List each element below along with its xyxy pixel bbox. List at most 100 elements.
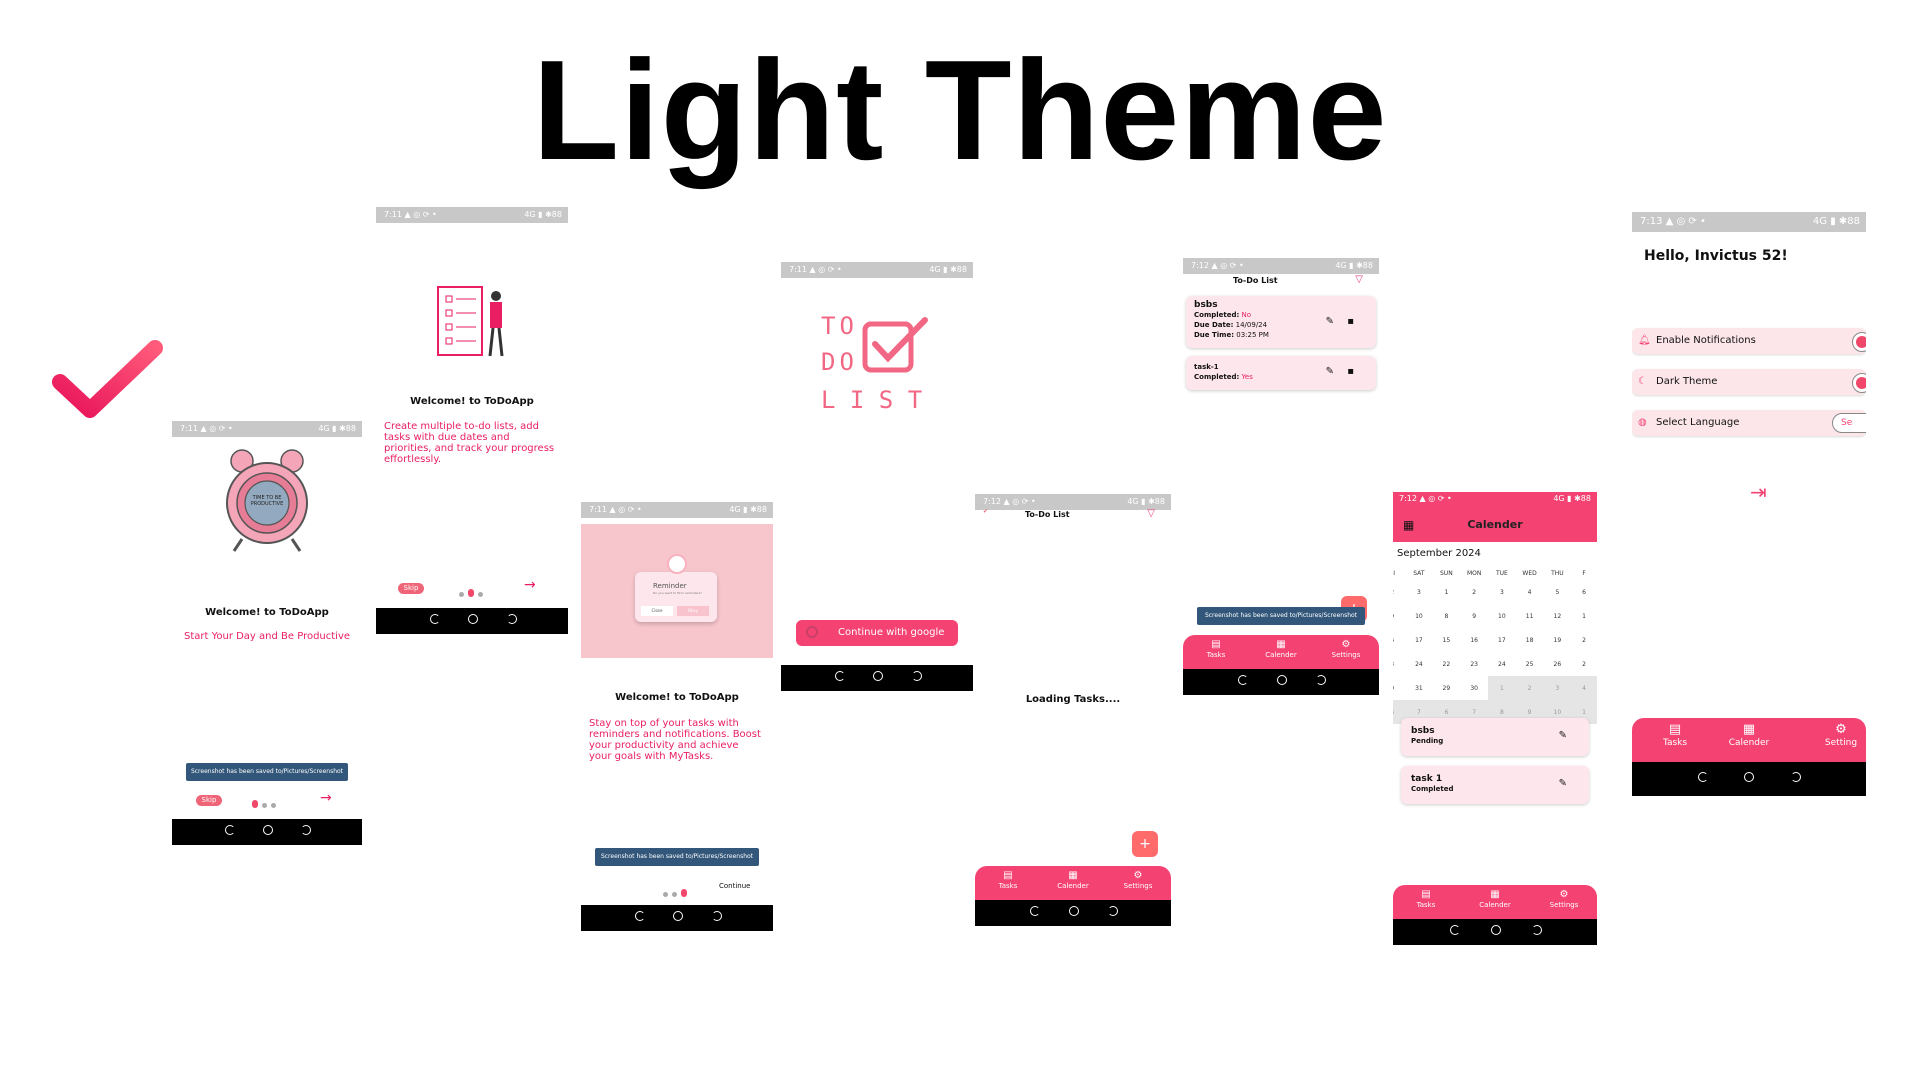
dark-theme-toggle[interactable] [1852, 373, 1866, 393]
day-cell[interactable]: 10 [1488, 604, 1515, 628]
day-cell[interactable]: 1 [1433, 580, 1461, 604]
recents-icon[interactable] [225, 825, 236, 835]
setting-dark-theme[interactable]: ☾ Dark Theme [1632, 369, 1866, 395]
task-card[interactable]: task 1 Completed ✎ [1401, 766, 1589, 804]
home-icon[interactable] [873, 671, 884, 681]
back-icon[interactable] [1791, 772, 1802, 782]
day-cell[interactable]: 25 [1516, 652, 1544, 676]
logout-icon[interactable]: ⇥ [1750, 480, 1767, 504]
home-icon[interactable] [1069, 906, 1080, 916]
home-icon[interactable] [1277, 675, 1288, 685]
tab-tasks[interactable]: ▤ Tasks [1401, 889, 1451, 909]
setting-language[interactable]: ◍ Select Language Se [1632, 410, 1866, 436]
tab-calender[interactable]: ▦ Calender [1724, 722, 1774, 748]
day-cell[interactable]: 26 [1544, 652, 1572, 676]
recents-icon[interactable] [1029, 906, 1040, 916]
day-cell[interactable]: 16 [1460, 628, 1488, 652]
day-cell[interactable]: 17 [1488, 628, 1515, 652]
tab-tasks[interactable]: ▤ Tasks [1191, 639, 1241, 659]
recents-icon[interactable] [1237, 675, 1248, 685]
day-cell[interactable]: 3 [1393, 652, 1405, 676]
task-card[interactable]: bsbs Pending ✎ [1401, 718, 1589, 756]
day-cell[interactable]: 15 [1433, 628, 1461, 652]
day-cell[interactable]: 9 [1393, 604, 1405, 628]
tab-settings[interactable]: ⚙ Settings [1539, 889, 1589, 909]
day-cell[interactable]: 6 [1393, 628, 1405, 652]
add-task-button[interactable]: + [1132, 831, 1158, 857]
day-cell[interactable]: 24 [1488, 652, 1515, 676]
tab-settings[interactable]: ⚙ Setting [1816, 722, 1866, 748]
day-cell[interactable]: 24 [1405, 652, 1432, 676]
day-cell[interactable]: 1 [1571, 604, 1597, 628]
back-icon[interactable] [301, 825, 312, 835]
tab-settings[interactable]: ⚙ Settings [1113, 870, 1163, 890]
notifications-toggle[interactable] [1852, 332, 1866, 352]
day-cell[interactable]: 30 [1460, 676, 1488, 700]
back-icon[interactable] [911, 671, 922, 681]
tab-settings[interactable]: ⚙ Settings [1321, 639, 1371, 659]
home-icon[interactable] [468, 614, 479, 624]
tab-tasks[interactable]: ▤ Tasks [1650, 722, 1700, 748]
day-cell[interactable]: 3 [1488, 580, 1515, 604]
day-cell[interactable]: 22 [1433, 652, 1461, 676]
task-card[interactable]: task-1 Completed: Yes ✎ ▪ [1186, 356, 1376, 390]
home-icon[interactable] [673, 911, 684, 921]
day-cell[interactable]: 29 [1433, 676, 1461, 700]
reminder-close-button[interactable]: Close [641, 606, 673, 616]
filter-icon[interactable]: ▽ [1355, 274, 1363, 285]
day-cell[interactable]: 1 [1488, 676, 1516, 700]
day-cell[interactable]: 2 [1571, 628, 1597, 652]
home-icon[interactable] [1744, 772, 1755, 782]
trash-icon[interactable]: ▪ [1347, 316, 1354, 327]
recents-icon[interactable] [429, 614, 440, 624]
day-cell[interactable]: 31 [1405, 676, 1432, 700]
reminder-okay-button[interactable]: Okay [677, 606, 709, 616]
day-cell[interactable]: 0 [1393, 676, 1405, 700]
language-select[interactable]: Se [1832, 413, 1866, 433]
trash-icon[interactable]: ▪ [1347, 366, 1354, 377]
edit-icon[interactable]: ✎ [1559, 778, 1567, 789]
day-cell[interactable]: 12 [1544, 604, 1572, 628]
tab-tasks[interactable]: ▤ Tasks [983, 870, 1033, 890]
setting-notifications[interactable]: 🔔︎ Enable Notifications [1632, 328, 1866, 354]
skip-button[interactable]: Skip [196, 795, 222, 806]
tab-calender[interactable]: ▦ Calender [1470, 889, 1520, 909]
back-icon[interactable] [1316, 675, 1327, 685]
edit-icon[interactable]: ✎ [1559, 730, 1567, 741]
next-arrow-icon[interactable]: → [320, 790, 332, 806]
day-cell[interactable]: 17 [1405, 628, 1432, 652]
day-cell[interactable]: 11 [1516, 604, 1544, 628]
day-cell[interactable]: 10 [1405, 604, 1432, 628]
day-cell[interactable]: 2 [1393, 580, 1405, 604]
google-signin-button[interactable]: Continue with google [796, 620, 958, 646]
back-icon[interactable] [506, 614, 517, 624]
day-cell[interactable]: 18 [1516, 628, 1544, 652]
day-cell[interactable]: 2 [1571, 652, 1597, 676]
skip-button[interactable]: Skip [398, 583, 424, 594]
home-icon[interactable] [1490, 925, 1501, 935]
home-icon[interactable] [263, 825, 274, 835]
tab-calender[interactable]: ▦ Calender [1256, 639, 1306, 659]
recents-icon[interactable] [634, 911, 645, 921]
day-cell[interactable]: 19 [1544, 628, 1572, 652]
day-cell[interactable]: 8 [1433, 604, 1461, 628]
recents-icon[interactable] [1450, 925, 1461, 935]
edit-icon[interactable]: ✎ [1326, 316, 1334, 327]
back-icon[interactable] [1531, 925, 1542, 935]
filter-icon[interactable]: ▽ [1147, 508, 1155, 519]
day-cell[interactable]: 4 [1516, 580, 1544, 604]
day-cell[interactable]: 9 [1460, 604, 1488, 628]
day-cell[interactable]: 6 [1571, 580, 1597, 604]
day-cell[interactable]: 23 [1460, 652, 1488, 676]
day-cell[interactable]: 2 [1515, 676, 1544, 700]
next-arrow-icon[interactable]: → [524, 577, 536, 593]
tab-calender[interactable]: ▦ Calender [1048, 870, 1098, 890]
recents-icon[interactable] [834, 671, 845, 681]
edit-icon[interactable]: ✎ [1326, 366, 1334, 377]
day-cell[interactable]: 4 [1571, 676, 1597, 700]
day-cell[interactable]: 2 [1460, 580, 1488, 604]
continue-button[interactable]: Continue [719, 882, 750, 890]
back-icon[interactable] [1108, 906, 1119, 916]
back-icon[interactable] [711, 911, 722, 921]
day-cell[interactable]: 3 [1543, 676, 1572, 700]
